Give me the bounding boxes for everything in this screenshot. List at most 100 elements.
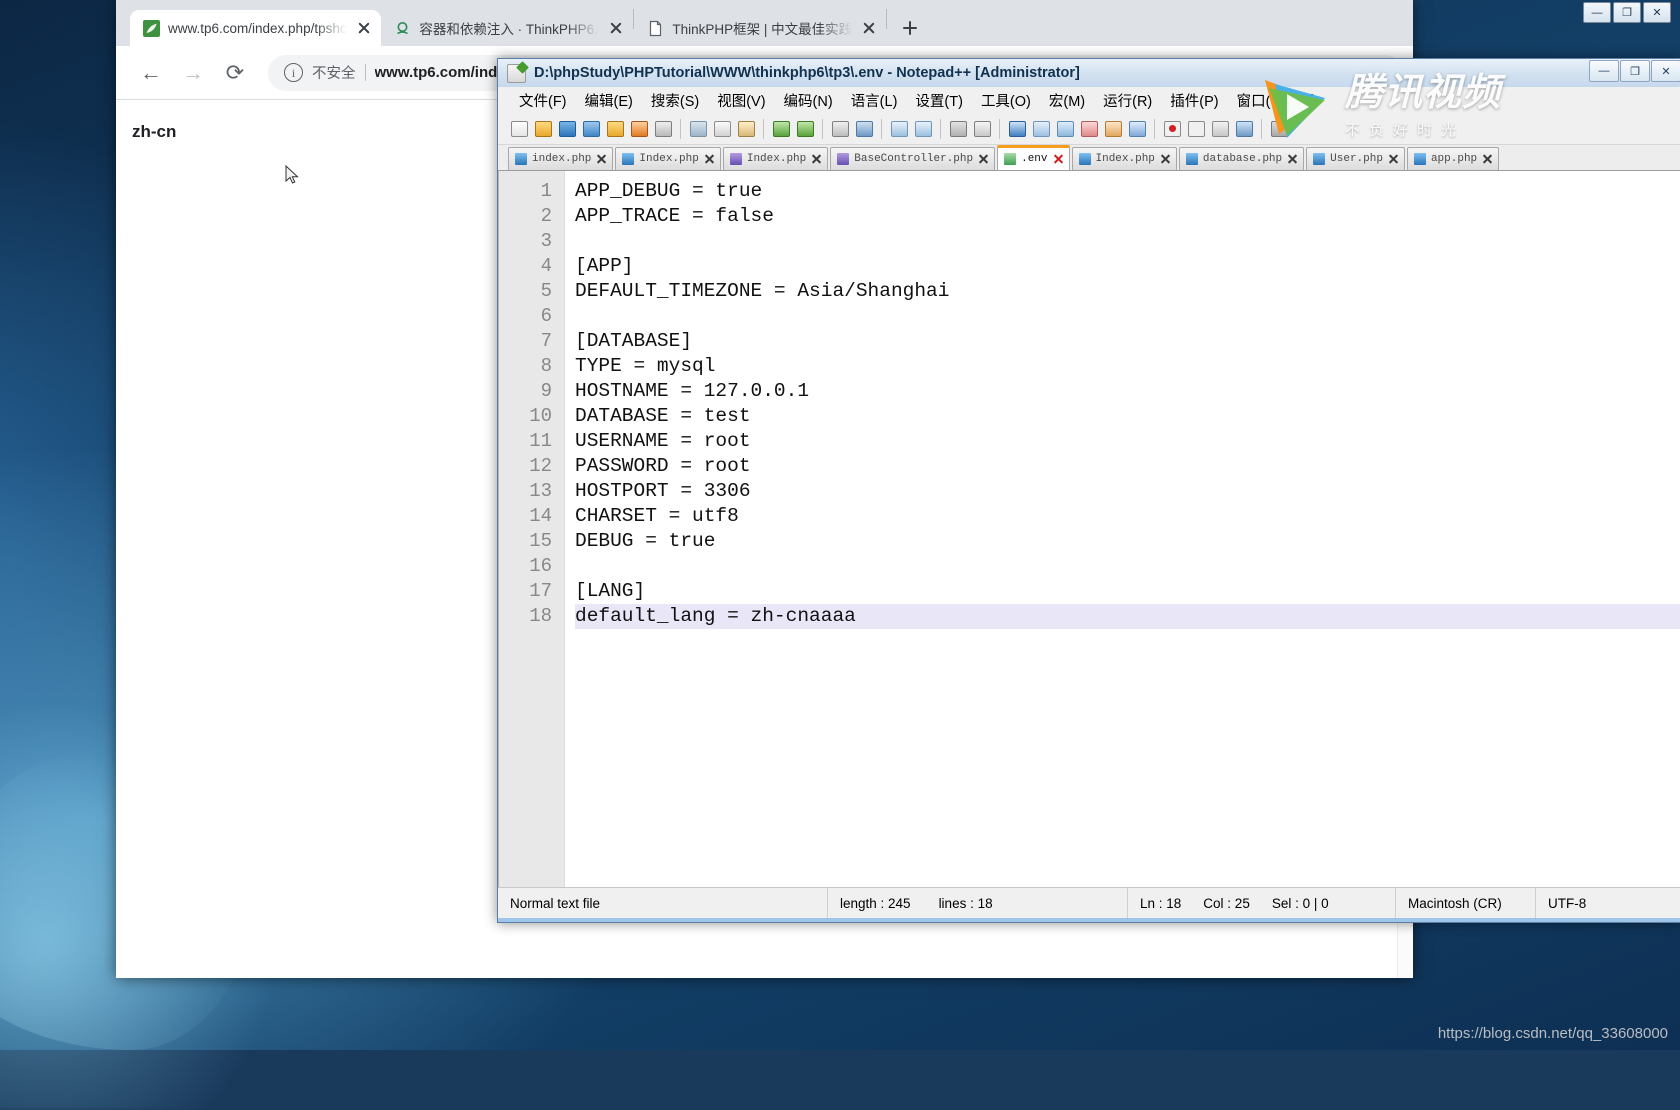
close-icon[interactable] [1287,154,1298,165]
code-line[interactable]: TYPE = mysql [575,354,1680,379]
code-line[interactable]: HOSTPORT = 3306 [575,479,1680,504]
doc-tab-8[interactable]: app.php [1406,147,1500,170]
zoom-out-icon[interactable] [912,118,934,140]
doc-list-icon[interactable] [1102,118,1124,140]
close-icon[interactable] [704,154,715,165]
code-line[interactable]: DATABASE = test [575,404,1680,429]
record-macro-icon[interactable] [1161,118,1183,140]
menu-item-plugins[interactable]: 插件(P) [1161,88,1227,113]
menu-item-search[interactable]: 搜索(S) [642,88,708,113]
new-file-icon[interactable] [508,118,530,140]
code-line[interactable] [575,304,1680,329]
code-line[interactable]: HOSTNAME = 127.0.0.1 [575,379,1680,404]
menu-item-edit[interactable]: 编辑(E) [576,88,642,113]
close-button[interactable]: ✕ [1643,2,1671,23]
code-line[interactable]: default_lang = zh-cnaaaa [575,604,1680,629]
code-line[interactable]: DEBUG = true [575,529,1680,554]
close-icon[interactable] [1482,154,1493,165]
user-lang-icon[interactable] [1054,118,1076,140]
notepadpp-minimize-button[interactable]: — [1589,60,1619,82]
doc-map-icon[interactable] [1078,118,1100,140]
copy-icon[interactable] [711,118,733,140]
code-line[interactable]: [DATABASE] [575,329,1680,354]
close-icon[interactable] [860,19,878,37]
open-file-icon[interactable] [532,118,554,140]
notepadpp-editor-area[interactable]: 1 2 3 4 5 6 7 8 9 10 11 12 13 14 15 16 17 18 APP_DEBUG = … [498,171,1680,887]
maximize-button[interactable]: ❐ [1613,2,1641,23]
close-icon[interactable] [596,154,607,165]
close-icon[interactable] [1053,154,1064,165]
find-icon[interactable] [829,118,851,140]
undo-icon[interactable] [770,118,792,140]
minimize-button[interactable]: — [1583,2,1611,23]
redo-icon[interactable] [794,118,816,140]
stop-macro-icon[interactable] [1185,118,1207,140]
cut-icon[interactable] [687,118,709,140]
close-icon[interactable] [1160,154,1171,165]
menu-item-macro[interactable]: 宏(M) [1040,88,1094,113]
code-line[interactable]: PASSWORD = root [575,454,1680,479]
menu-item-help[interactable]: ? [1298,90,1324,110]
doc-tab-1[interactable]: Index.php [615,147,721,170]
show-all-chars-icon[interactable] [1006,118,1028,140]
menu-item-tools[interactable]: 工具(O) [972,88,1040,113]
code-line[interactable]: [LANG] [575,579,1680,604]
replace-icon[interactable] [853,118,875,140]
menu-item-encoding[interactable]: 编码(N) [775,88,842,113]
doc-tab-3[interactable]: BaseController.php [830,147,996,170]
back-button[interactable]: ← [132,54,170,92]
doc-tab-2[interactable]: Index.php [722,147,829,170]
browser-tab-title: www.tp6.com/index.php/tpsho [168,20,348,36]
doc-tab-4[interactable]: .env [997,145,1070,170]
zoom-in-icon[interactable] [888,118,910,140]
doc-tab-6[interactable]: database.php [1178,147,1305,170]
menu-item-language[interactable]: 语言(L) [842,88,907,113]
notepadpp-close-button[interactable]: ✕ [1651,60,1680,82]
close-icon[interactable] [607,19,625,37]
indent-guide-icon[interactable] [1030,118,1052,140]
code-text-area[interactable]: APP_DEBUG = true APP_TRACE = false [APP] D… [565,171,1680,887]
menu-item-settings[interactable]: 设置(T) [906,88,972,113]
save-macro-icon[interactable] [1233,118,1255,140]
close-icon[interactable] [811,154,822,165]
info-circle-icon[interactable]: i [284,63,303,82]
code-line[interactable]: DEFAULT_TIMEZONE = Asia/Shanghai [575,279,1680,304]
word-wrap-icon[interactable] [971,118,993,140]
code-line[interactable] [575,229,1680,254]
code-line[interactable]: [APP] [575,254,1680,279]
playback-macro-icon[interactable] [1209,118,1231,140]
function-list-icon[interactable] [1126,118,1148,140]
browser-tab-2[interactable]: ThinkPHP框架 | 中文最佳实践PH [634,10,886,46]
close-all-icon[interactable] [628,118,650,140]
code-line[interactable]: APP_DEBUG = true [575,179,1680,204]
code-line[interactable]: CHARSET = utf8 [575,504,1680,529]
forward-button[interactable]: → [174,54,212,92]
doc-tab-7[interactable]: User.php [1306,147,1405,170]
menu-item-run[interactable]: 运行(R) [1094,88,1161,113]
save-all-icon[interactable] [580,118,602,140]
code-line[interactable] [575,554,1680,579]
browser-tab-0[interactable]: www.tp6.com/index.php/tpsho [130,10,382,46]
close-file-icon[interactable] [604,118,626,140]
menu-item-file[interactable]: 文件(F) [510,88,576,113]
close-icon[interactable] [1388,154,1399,165]
notepadpp-maximize-button[interactable]: ❐ [1620,60,1650,82]
close-icon[interactable] [355,19,373,37]
reload-button[interactable]: ⟳ [216,54,254,92]
code-line[interactable]: APP_TRACE = false [575,204,1680,229]
code-line[interactable]: USERNAME = root [575,429,1680,454]
print-icon[interactable] [652,118,674,140]
browser-tab-1[interactable]: 容器和依赖注入 · ThinkPHP6.0完 [381,10,633,46]
doc-tab-0[interactable]: index.php [508,147,614,170]
doc-tab-5[interactable]: Index.php [1071,147,1177,170]
run-macro-multi-icon[interactable] [1268,118,1290,140]
save-icon[interactable] [556,118,578,140]
outer-window-controls[interactable]: — ❐ ✕ [1583,2,1671,23]
menu-item-window[interactable]: 窗口(W) [1228,88,1298,113]
menu-item-view[interactable]: 视图(V) [708,88,774,113]
paste-icon[interactable] [735,118,757,140]
sync-scroll-icon[interactable] [947,118,969,140]
notepadpp-window-controls[interactable]: — ❐ ✕ [1589,60,1680,82]
close-icon[interactable] [978,154,989,165]
new-tab-button[interactable] [895,13,925,43]
